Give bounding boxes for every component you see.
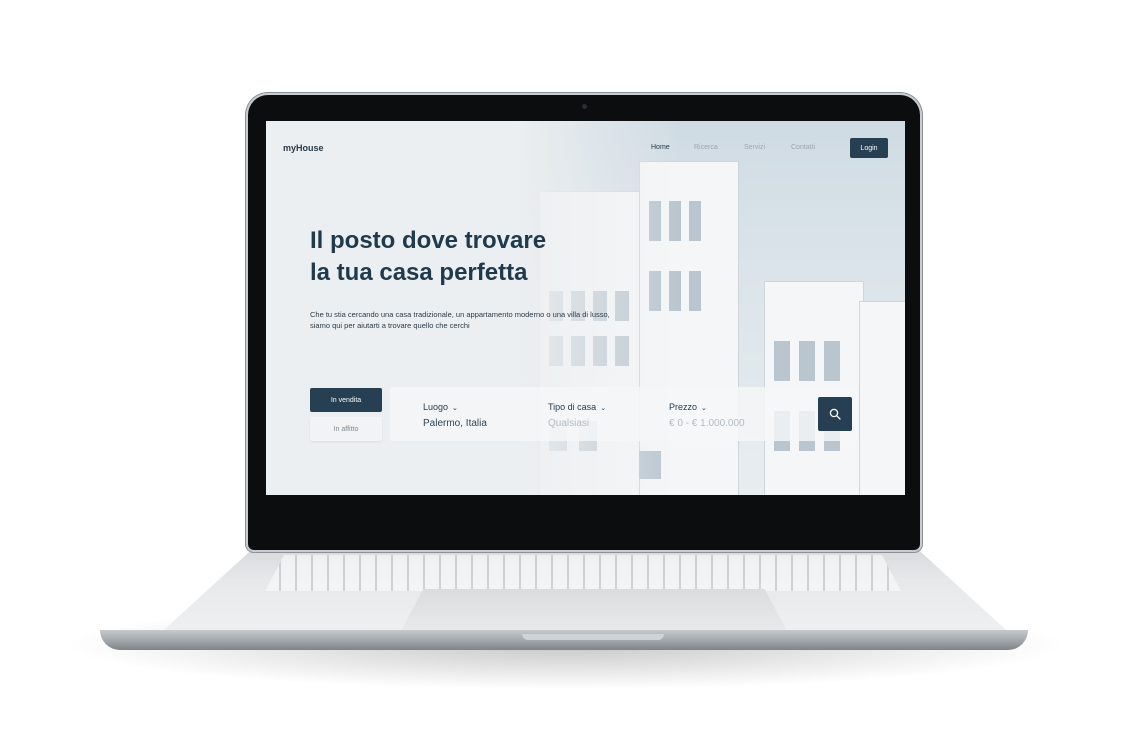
nav-ricerca[interactable]: Ricerca (694, 144, 718, 151)
tab-in-affitto[interactable]: In affitto (310, 417, 382, 441)
nav-contatti[interactable]: Contatti (791, 144, 815, 151)
lid-notch (522, 634, 664, 640)
hero-subtitle: Che tu stia cercando una casa tradiziona… (310, 309, 690, 331)
chevron-down-icon: ⌄ (600, 405, 607, 412)
chevron-down-icon: ⌄ (452, 405, 458, 412)
headline-line-1: Il posto dove trovare (310, 227, 547, 254)
type-value[interactable]: Qualsiasi (548, 418, 589, 429)
nav-home[interactable]: Home (651, 144, 670, 151)
type-label[interactable]: Tipo di casa ⌄ (548, 402, 606, 412)
headline-line-2: la tua casa perfetta (310, 259, 528, 286)
subtitle-line-2: siamo qui per aiutarti a trovare quello … (310, 321, 470, 330)
chevron-down-icon: ⌄ (701, 405, 707, 412)
location-value[interactable]: Palermo, Italia (423, 418, 487, 429)
nav-servizi[interactable]: Servizi (744, 144, 765, 151)
location-label[interactable]: Luogo ⌄ (423, 402, 458, 412)
brand-logo[interactable]: myHouse (283, 143, 324, 153)
subtitle-line-1: Che tu stia cercando una casa tradiziona… (310, 310, 610, 319)
search-card: Luogo ⌄ Palermo, Italia Tipo di casa ⌄ Qua… (390, 387, 858, 441)
hero-headline: Il posto dove trovare la tua casa perfet… (310, 225, 610, 289)
bottom-bezel (266, 495, 905, 523)
login-button[interactable]: Login (850, 138, 888, 158)
search-icon (829, 408, 841, 420)
keyboard (265, 555, 901, 591)
website-screen: myHouse Home Ricerca Servizi Contatti Lo… (266, 121, 905, 495)
search-button[interactable] (818, 397, 852, 431)
laptop-front-edge (100, 630, 1028, 650)
camera-icon (582, 104, 587, 109)
price-value[interactable]: € 0 - € 1.000.000 (669, 418, 745, 429)
trackpad (400, 589, 788, 633)
tab-in-vendita[interactable]: In vendita (310, 388, 382, 412)
price-label[interactable]: Prezzo ⌄ (669, 402, 707, 412)
